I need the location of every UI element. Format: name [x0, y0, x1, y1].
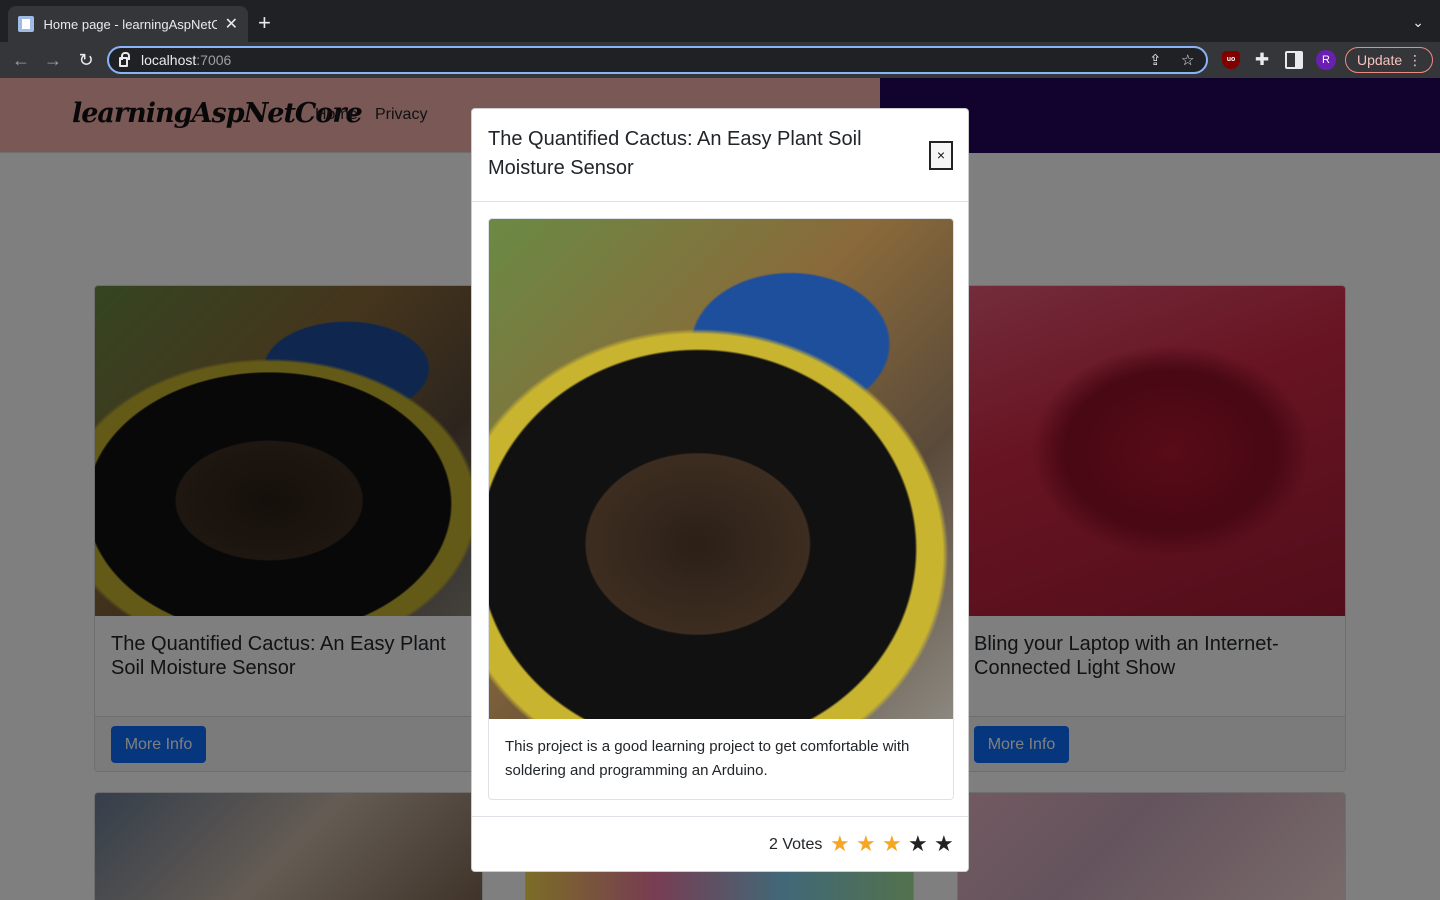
side-panel-icon[interactable]: [1285, 51, 1303, 69]
lock-icon[interactable]: [119, 52, 130, 67]
modal-product-card: This project is a good learning project …: [488, 218, 954, 800]
update-button[interactable]: Update ⋮: [1345, 47, 1433, 73]
star-icon[interactable]: ★: [856, 833, 876, 855]
browser-toolbar: ← → ↻ localhost:7006 ⇪ ☆ uo ✚ R Update ⋮: [0, 42, 1440, 78]
back-icon[interactable]: ←: [10, 49, 32, 71]
update-label: Update: [1357, 52, 1403, 68]
share-icon[interactable]: ⇪: [1149, 51, 1162, 69]
product-modal: The Quantified Cactus: An Easy Plant Soi…: [471, 108, 969, 872]
chevron-down-icon[interactable]: ⌄: [1412, 14, 1424, 31]
address-bar[interactable]: localhost:7006 ⇪ ☆: [107, 46, 1208, 74]
extensions-puzzle-icon[interactable]: ✚: [1253, 51, 1271, 69]
new-tab-icon[interactable]: +: [258, 12, 271, 34]
product-image: [489, 219, 953, 719]
modal-footer: 2 Votes ★ ★ ★ ★ ★: [472, 816, 968, 873]
profile-avatar[interactable]: R: [1316, 50, 1336, 70]
browser-tabstrip: Home page - learningAspNetC ✕ + ⌄: [0, 0, 1440, 42]
tab-title: Home page - learningAspNetC: [43, 16, 217, 32]
star-icon[interactable]: ★: [882, 833, 902, 855]
star-icon[interactable]: ★: [830, 833, 850, 855]
url-port: :7006: [196, 52, 232, 68]
modal-title: The Quantified Cactus: An Easy Plant Soi…: [488, 128, 862, 179]
page-viewport: learningAspNetCore Home Privacy The Quan…: [0, 78, 1440, 900]
forward-icon[interactable]: →: [42, 49, 64, 71]
star-icon[interactable]: ★: [934, 833, 954, 855]
bookmark-star-icon[interactable]: ☆: [1181, 51, 1194, 69]
product-description: This project is a good learning project …: [505, 738, 910, 779]
page-favicon-icon: [18, 16, 34, 32]
reload-icon[interactable]: ↻: [75, 49, 97, 71]
url-host: localhost: [141, 52, 197, 68]
browser-tab[interactable]: Home page - learningAspNetC ✕: [8, 6, 248, 42]
tab-close-icon[interactable]: ✕: [225, 14, 238, 34]
modal-header: The Quantified Cactus: An Easy Plant Soi…: [472, 109, 968, 202]
modal-body: This project is a good learning project …: [472, 202, 968, 817]
star-icon[interactable]: ★: [908, 833, 928, 855]
close-button[interactable]: ×: [929, 141, 953, 170]
vote-count: 2 Votes: [769, 836, 823, 853]
ublock-extension-icon[interactable]: uo: [1222, 51, 1240, 69]
more-menu-icon[interactable]: ⋮: [1408, 48, 1422, 72]
